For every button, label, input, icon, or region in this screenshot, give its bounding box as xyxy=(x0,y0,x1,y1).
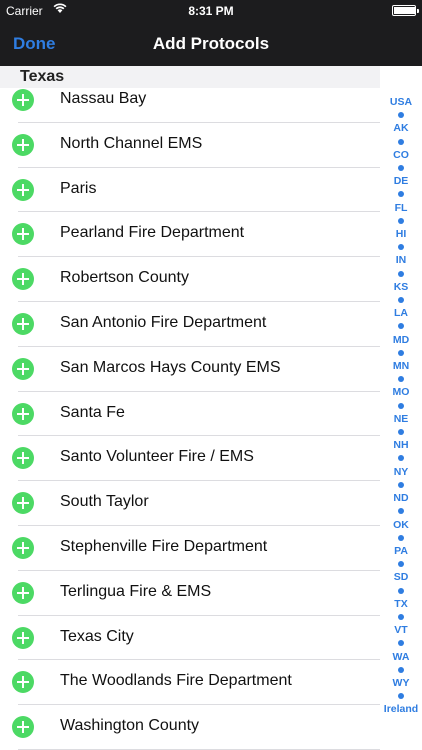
index-dot-icon xyxy=(398,112,404,119)
list-item-label: San Antonio Fire Department xyxy=(60,313,267,331)
status-bar: Carrier 8:31 PM xyxy=(0,0,422,22)
list-item[interactable]: San Antonio Fire Department xyxy=(0,302,380,347)
index-item[interactable]: SD xyxy=(394,571,409,583)
index-dot-icon xyxy=(398,613,404,620)
list-item-label: The Woodlands Fire Department xyxy=(60,672,292,690)
index-item[interactable]: KS xyxy=(394,281,409,293)
index-item[interactable]: HI xyxy=(396,228,407,240)
status-time: 8:31 PM xyxy=(188,4,234,18)
add-icon[interactable] xyxy=(12,626,34,649)
list-item-label: Paris xyxy=(60,179,97,197)
index-item[interactable]: WY xyxy=(393,677,410,689)
add-icon[interactable] xyxy=(12,312,34,335)
list-item-label: North Channel EMS xyxy=(60,134,203,152)
index-item[interactable]: MO xyxy=(393,386,410,398)
index-dot-icon xyxy=(398,693,404,700)
index-item[interactable]: FL xyxy=(395,202,408,214)
index-item[interactable]: OK xyxy=(393,519,409,531)
index-dot-icon xyxy=(398,270,404,277)
add-icon[interactable] xyxy=(12,716,34,739)
list-item-label: Nassau Bay xyxy=(60,90,147,107)
index-dot-icon xyxy=(398,429,404,436)
list-item-label: Terlingua Fire & EMS xyxy=(60,582,212,600)
add-icon[interactable] xyxy=(12,536,34,559)
add-icon[interactable] xyxy=(12,492,34,515)
index-dot-icon xyxy=(398,217,404,224)
index-dot-icon xyxy=(398,534,404,541)
index-dot-icon xyxy=(398,587,404,594)
list-item[interactable]: Washington County xyxy=(0,705,380,750)
protocol-list[interactable]: Nassau Bay North Channel EMS Paris Pearland… xyxy=(0,78,380,750)
index-item[interactable]: AK xyxy=(393,122,408,134)
add-icon[interactable] xyxy=(12,223,34,246)
list-item-label: Stephenville Fire Department xyxy=(60,537,268,555)
list-item-label: San Marcos Hays County EMS xyxy=(60,358,281,376)
list-item-label: Washington County xyxy=(60,717,200,735)
index-item[interactable]: VT xyxy=(394,624,407,636)
add-icon[interactable] xyxy=(12,178,34,201)
index-dot-icon xyxy=(398,640,404,647)
index-item[interactable]: Ireland xyxy=(384,703,418,715)
index-item[interactable]: WA xyxy=(393,651,410,663)
index-item[interactable]: IN xyxy=(396,254,407,266)
list-item[interactable]: South Taylor xyxy=(0,481,380,526)
list-item-label: Robertson County xyxy=(60,269,189,287)
add-icon[interactable] xyxy=(12,133,34,156)
index-dot-icon xyxy=(398,376,404,383)
index-dot-icon xyxy=(398,561,404,568)
list-item[interactable]: The Woodlands Fire Department xyxy=(0,660,380,705)
list-item[interactable]: Pearland Fire Department xyxy=(0,212,380,257)
index-item[interactable]: TX xyxy=(394,598,407,610)
add-icon[interactable] xyxy=(12,357,34,380)
index-dot-icon xyxy=(398,508,404,515)
page-title: Add Protocols xyxy=(152,34,270,53)
list-item[interactable]: Santo Volunteer Fire / EMS xyxy=(0,436,380,481)
index-dot-icon xyxy=(398,138,404,145)
list-item[interactable]: Texas City xyxy=(0,616,380,661)
list-item-label: Santa Fe xyxy=(60,403,125,421)
add-icon[interactable] xyxy=(12,268,34,291)
list-item[interactable]: North Channel EMS xyxy=(0,123,380,168)
list-item[interactable]: Paris xyxy=(0,168,380,213)
index-dot-icon xyxy=(398,481,404,488)
add-icon[interactable] xyxy=(12,89,34,111)
list-item-label: Texas City xyxy=(60,627,134,645)
list-item-label: Santo Volunteer Fire / EMS xyxy=(60,448,254,466)
index-dot-icon xyxy=(398,349,404,356)
index-item[interactable]: PA xyxy=(394,545,408,557)
index-dot-icon xyxy=(398,666,404,673)
index-dot-icon xyxy=(398,165,404,172)
index-item[interactable]: NE xyxy=(394,413,409,425)
index-dot-icon xyxy=(398,455,404,462)
list-item[interactable]: Terlingua Fire & EMS xyxy=(0,571,380,616)
list-item[interactable]: Santa Fe xyxy=(0,392,380,437)
index-item[interactable]: CO xyxy=(393,149,409,161)
add-icon[interactable] xyxy=(12,447,34,470)
index-dot-icon xyxy=(398,402,404,409)
navigation-bar: Done Add Protocols xyxy=(0,22,422,66)
index-item[interactable]: NY xyxy=(394,466,409,478)
list-item[interactable]: Stephenville Fire Department xyxy=(0,526,380,571)
index-item[interactable]: MD xyxy=(393,334,409,346)
add-icon[interactable] xyxy=(12,402,34,425)
add-icon[interactable] xyxy=(12,581,34,604)
index-item[interactable]: NH xyxy=(393,439,408,451)
section-header-texas: Texas xyxy=(0,66,380,88)
index-item[interactable]: ND xyxy=(393,492,408,504)
list-item-label: South Taylor xyxy=(60,493,149,511)
list-item[interactable]: San Marcos Hays County EMS xyxy=(0,347,380,392)
list-item-label: Pearland Fire Department xyxy=(60,224,245,242)
index-dot-icon xyxy=(398,244,404,251)
section-index[interactable]: USA AK CO DE FL HI IN KS LA MD MN MO NE NH NY ND OK PA SD T… xyxy=(380,96,422,716)
index-item[interactable]: LA xyxy=(394,307,408,319)
add-icon[interactable] xyxy=(12,671,34,694)
index-item[interactable]: DE xyxy=(394,175,409,187)
index-item[interactable]: USA xyxy=(390,96,412,108)
index-item[interactable]: MN xyxy=(393,360,409,372)
index-dot-icon xyxy=(398,323,404,330)
index-dot-icon xyxy=(398,297,404,304)
list-item[interactable]: Robertson County xyxy=(0,257,380,302)
index-dot-icon xyxy=(398,191,404,198)
battery-icon xyxy=(392,5,419,16)
